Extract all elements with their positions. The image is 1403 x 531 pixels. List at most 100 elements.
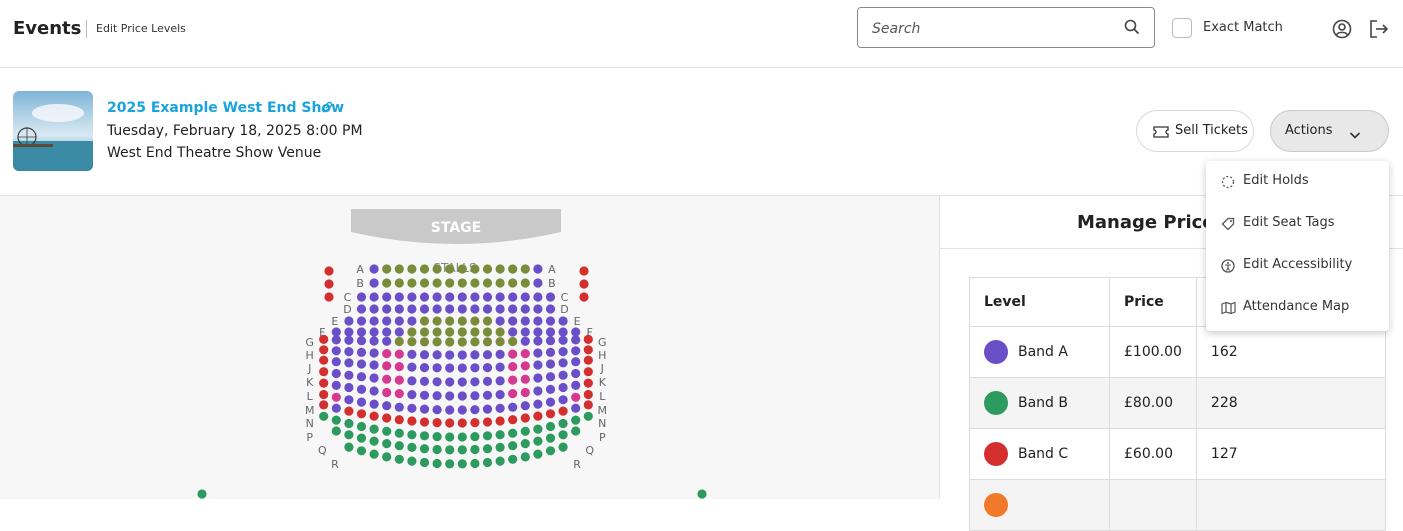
seat[interactable] [369, 399, 379, 409]
seat[interactable] [419, 350, 430, 360]
seat[interactable] [319, 378, 329, 388]
seat[interactable] [445, 316, 455, 326]
search-box[interactable] [857, 7, 1155, 48]
seat[interactable] [508, 278, 518, 288]
seat[interactable] [508, 428, 518, 438]
seat[interactable] [571, 368, 581, 379]
seat[interactable] [457, 418, 467, 428]
seat[interactable] [457, 316, 467, 326]
table-row[interactable] [969, 479, 1386, 531]
seat[interactable] [344, 418, 354, 429]
seat[interactable] [369, 424, 379, 434]
seat[interactable] [419, 376, 430, 386]
seat[interactable] [356, 372, 367, 382]
seat[interactable] [356, 347, 367, 357]
seat[interactable] [394, 304, 404, 314]
seat[interactable] [445, 459, 455, 469]
seat[interactable] [470, 278, 480, 288]
seat[interactable] [407, 362, 417, 372]
seat[interactable] [445, 278, 455, 288]
seat[interactable] [470, 337, 480, 347]
seat[interactable] [457, 264, 467, 274]
seat[interactable] [369, 360, 379, 370]
seat[interactable] [520, 292, 530, 302]
menu-item-edit-seat-tags[interactable]: Edit Seat Tags [1206, 203, 1389, 245]
seat[interactable] [394, 292, 404, 302]
seat[interactable] [319, 334, 329, 344]
seat[interactable] [432, 391, 442, 401]
seat[interactable] [369, 304, 379, 314]
marker-seat[interactable] [197, 489, 207, 499]
seat[interactable] [545, 304, 556, 314]
seat[interactable] [571, 380, 581, 390]
seat[interactable] [457, 278, 467, 288]
seat[interactable] [482, 304, 493, 314]
seat[interactable] [495, 416, 505, 426]
seat[interactable] [394, 278, 404, 288]
seat[interactable] [382, 452, 392, 462]
seat[interactable] [445, 292, 455, 302]
seat[interactable] [533, 424, 543, 434]
seat[interactable] [482, 431, 493, 441]
seat[interactable] [382, 401, 392, 411]
seat[interactable] [520, 374, 530, 384]
seat[interactable] [583, 367, 593, 377]
seat[interactable] [445, 264, 455, 274]
seat[interactable] [445, 350, 455, 360]
seat[interactable] [470, 432, 480, 442]
seat[interactable] [495, 390, 505, 400]
seat[interactable] [583, 400, 593, 410]
seat[interactable] [482, 327, 493, 337]
seat[interactable] [457, 327, 467, 337]
seat[interactable] [407, 337, 417, 347]
seat[interactable] [457, 363, 467, 373]
seat[interactable] [382, 304, 392, 314]
seat[interactable] [382, 292, 392, 302]
seat[interactable] [382, 327, 392, 337]
seat[interactable] [558, 347, 568, 357]
seat[interactable] [356, 359, 367, 369]
seat[interactable] [382, 426, 392, 436]
seat[interactable] [457, 304, 467, 314]
seat[interactable] [382, 374, 392, 384]
seat[interactable] [520, 401, 530, 411]
seat[interactable] [495, 430, 505, 440]
seat[interactable] [508, 375, 518, 385]
seat[interactable] [382, 387, 392, 398]
seat[interactable] [583, 389, 593, 400]
seat[interactable] [533, 386, 543, 396]
seat[interactable] [495, 349, 505, 359]
seat[interactable] [533, 336, 543, 346]
seat[interactable] [432, 418, 442, 428]
box-seat-left[interactable] [324, 266, 334, 276]
seat[interactable] [508, 264, 518, 274]
seat[interactable] [394, 454, 404, 464]
seat[interactable] [545, 409, 556, 419]
seat[interactable] [482, 417, 493, 427]
seat[interactable] [545, 316, 556, 326]
seat[interactable] [344, 406, 354, 416]
sell-tickets-button[interactable]: Sell Tickets [1136, 110, 1254, 152]
seat[interactable] [432, 405, 442, 415]
seat[interactable] [445, 337, 455, 347]
seat[interactable] [369, 316, 379, 326]
seat[interactable] [533, 304, 543, 314]
seat[interactable] [508, 389, 518, 399]
seat[interactable] [482, 363, 493, 373]
seat[interactable] [432, 264, 442, 274]
seat[interactable] [445, 304, 455, 314]
seat[interactable] [495, 442, 505, 452]
seat[interactable] [369, 411, 379, 421]
seat[interactable] [407, 327, 417, 337]
seat[interactable] [583, 411, 593, 421]
seat[interactable] [419, 292, 430, 302]
seat[interactable] [520, 336, 530, 346]
seat[interactable] [457, 459, 467, 469]
seat[interactable] [520, 361, 530, 371]
seat[interactable] [533, 264, 543, 274]
seat[interactable] [407, 442, 417, 452]
seat[interactable] [533, 373, 543, 383]
seat[interactable] [344, 347, 354, 357]
seat[interactable] [419, 431, 430, 441]
exact-match-checkbox[interactable] [1172, 18, 1192, 38]
